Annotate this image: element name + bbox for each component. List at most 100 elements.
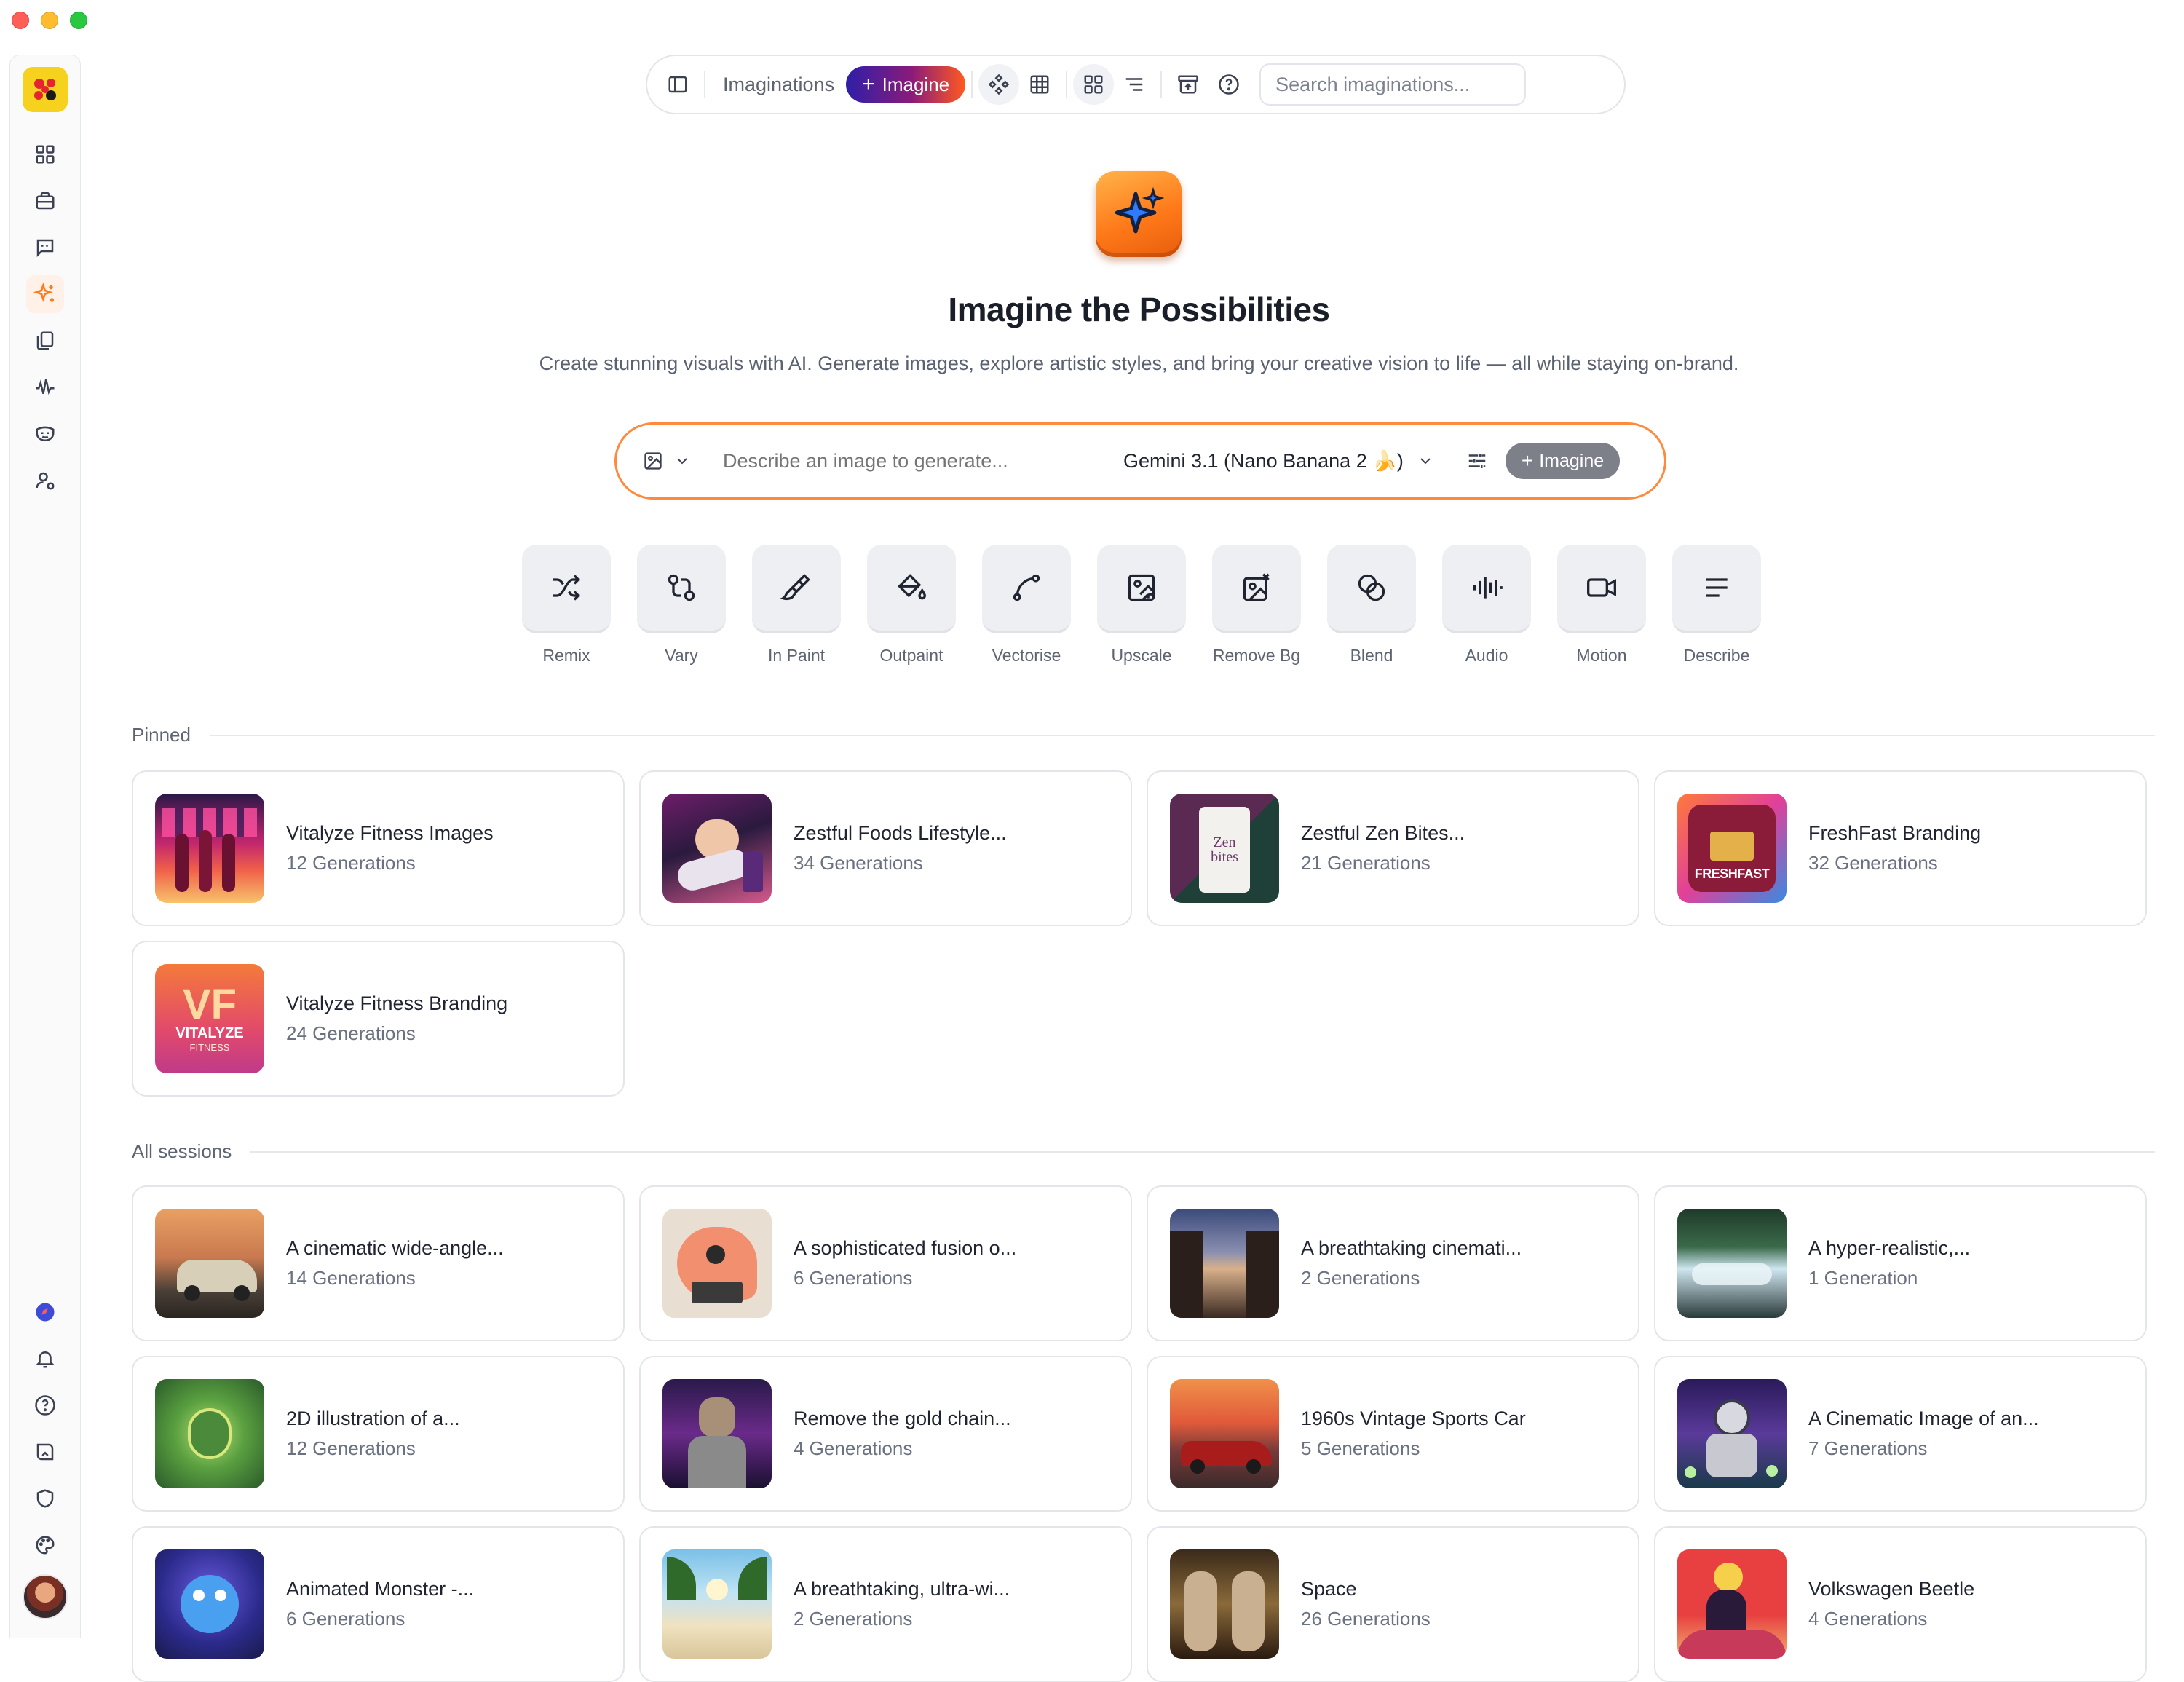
session-thumbnail [1170,1549,1279,1659]
panel-left-icon [668,76,687,93]
list-filter-icon [1125,78,1143,91]
tool-upscale-tile[interactable] [1097,545,1186,633]
pinned-card[interactable]: VF VITALYZE FITNESS Vitalyze Fitness Bra… [132,941,625,1097]
session-card[interactable]: 1960s Vintage Sports Car 5 Generations [1147,1356,1639,1512]
sidebar-item-help[interactable] [26,1386,64,1424]
sidebar-item-notifications[interactable] [26,1340,64,1378]
tool-vectorise-tile[interactable] [982,545,1071,633]
user-avatar[interactable] [23,1574,68,1619]
card-count: 32 Generations [1808,852,1938,874]
card-title: Vitalyze Fitness Images [286,822,494,844]
palette-icon [36,1536,55,1555]
sidebar-item-chat[interactable] [26,229,64,266]
blend-icon [1358,574,1385,601]
card-text: Zestful Foods Lifestyle... 34 Generation… [794,822,1007,874]
tool-inpaint-label: In Paint [768,646,825,665]
session-thumbnail [662,1379,772,1488]
help-button[interactable] [1208,64,1249,105]
audio-waveform-icon [36,379,55,395]
card-title: Remove the gold chain... [794,1407,1011,1429]
session-card[interactable]: 2D illustration of a... 12 Generations [132,1356,625,1512]
sidebar-item-security[interactable] [26,1480,64,1517]
help-circle-icon [35,1395,55,1416]
session-card[interactable]: A hyper-realistic,... 1 Generation [1654,1185,2147,1341]
session-card[interactable]: Animated Monster -... 6 Generations [132,1526,625,1682]
session-thumbnail [155,794,264,903]
tool-upscale[interactable]: Upscale [1097,545,1186,666]
session-thumbnail [662,1209,772,1318]
tool-motion[interactable]: Motion [1557,545,1646,666]
tool-outpaint[interactable]: Outpaint [867,545,956,666]
tool-vary[interactable]: Vary [637,545,726,666]
minimize-window-button[interactable] [41,12,58,29]
layout-grid-icon [36,145,55,164]
tool-remove-bg[interactable]: Remove Bg [1212,545,1301,666]
sidebar-item-theme[interactable] [26,1526,64,1564]
tool-vary-tile[interactable] [637,545,726,633]
toggle-sidebar-button[interactable] [657,64,698,105]
pinned-card[interactable]: Vitalyze Fitness Images 12 Generations [132,770,625,926]
card-count: 14 Generations [286,1267,416,1289]
card-text: FreshFast Branding 32 Generations [1808,822,1981,874]
table-view-button[interactable] [1019,64,1060,105]
card-count: 26 Generations [1301,1608,1431,1630]
pinned-card[interactable]: Zestful Foods Lifestyle... 34 Generation… [639,770,1132,926]
session-card[interactable]: A breathtaking, ultra-wi... 2 Generation… [639,1526,1132,1682]
tool-inpaint[interactable]: In Paint [752,545,841,666]
card-count: 7 Generations [1808,1437,1928,1459]
card-count: 6 Generations [286,1608,405,1630]
session-card[interactable]: Remove the gold chain... 4 Generations [639,1356,1132,1512]
close-window-button[interactable] [12,12,29,29]
card-title: A breathtaking cinemati... [1301,1237,1522,1259]
tool-audio-tile[interactable] [1442,545,1531,633]
prompt-input[interactable] [723,449,1123,473]
freshfast-thumb-label: FRESHFAST [1694,866,1770,881]
sidebar-item-masks[interactable] [26,415,64,453]
imaginations-link[interactable]: Imaginations [711,74,846,96]
session-card[interactable]: A cinematic wide-angle... 14 Generations [132,1185,625,1341]
archive-button[interactable] [1168,64,1208,105]
list-view-button[interactable] [1114,64,1155,105]
card-count: 12 Generations [286,852,416,874]
media-type-dropdown[interactable] [643,451,691,471]
tool-blend-tile[interactable] [1327,545,1416,633]
tool-inpaint-tile[interactable] [752,545,841,633]
tool-outpaint-tile[interactable] [867,545,956,633]
tool-audio[interactable]: Audio [1442,545,1531,666]
tool-describe[interactable]: Describe [1672,545,1761,666]
toolbar-divider [704,71,705,98]
session-card[interactable]: Space 26 Generations [1147,1526,1639,1682]
app-logo[interactable] [23,67,68,112]
components-button[interactable] [978,64,1020,105]
tool-remix[interactable]: Remix [522,545,611,666]
session-card[interactable]: A breathtaking cinemati... 2 Generations [1147,1185,1639,1341]
prompt-settings-button[interactable] [1466,450,1488,472]
tool-vectorise[interactable]: Vectorise [982,545,1071,666]
sidebar-item-library[interactable] [26,1433,64,1471]
sidebar-item-explore[interactable] [26,1293,64,1331]
tool-motion-tile[interactable] [1557,545,1646,633]
pinned-card[interactable]: FRESHFAST FreshFast Branding 32 Generati… [1654,770,2147,926]
maximize-window-button[interactable] [70,12,87,29]
card-title: Vitalyze Fitness Branding [286,992,508,1014]
grid-view-button[interactable] [1073,64,1115,105]
sidebar-item-users[interactable] [26,462,64,500]
tool-describe-tile[interactable] [1672,545,1761,633]
tool-remix-tile[interactable] [522,545,611,633]
search-input[interactable]: Search imaginations... [1259,63,1527,106]
card-count: 12 Generations [286,1437,416,1459]
pinned-card[interactable]: Zen bites Zestful Zen Bites... 21 Genera… [1147,770,1639,926]
session-card[interactable]: A Cinematic Image of an... 7 Generations [1654,1356,2147,1512]
tool-blend[interactable]: Blend [1327,545,1416,666]
session-card[interactable]: Volkswagen Beetle 4 Generations [1654,1526,2147,1682]
model-selector[interactable]: Gemini 3.1 (Nano Banana 2 🍌) [1123,449,1434,473]
tool-remove-bg-tile[interactable] [1212,545,1301,633]
imagine-button[interactable]: + Imagine [846,66,966,103]
card-title: Space [1301,1578,1357,1600]
tool-blend-label: Blend [1350,646,1393,665]
sidebar-item-dashboard[interactable] [26,135,64,173]
session-thumbnail: FRESHFAST [1677,794,1787,903]
prompt-imagine-button[interactable]: + Imagine [1505,443,1621,479]
sidebar-item-briefcase[interactable] [26,182,64,220]
session-card[interactable]: A sophisticated fusion o... 6 Generation… [639,1185,1132,1341]
